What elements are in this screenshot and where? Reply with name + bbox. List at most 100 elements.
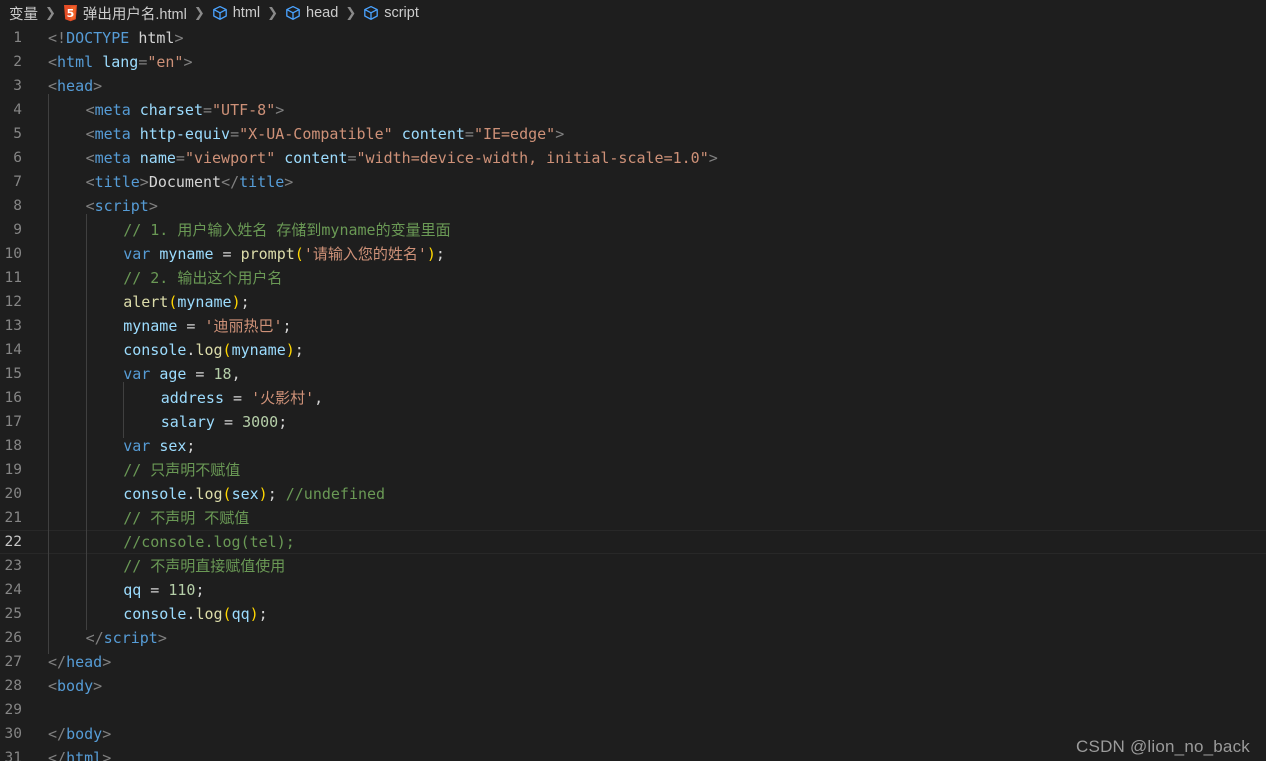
token-str: "en" — [147, 53, 184, 71]
code-line[interactable]: 26 </script> — [0, 622, 1266, 654]
breadcrumb-label: 弹出用户名.html — [82, 6, 187, 23]
token-tag: meta — [94, 101, 131, 119]
token-op: ; — [240, 293, 250, 311]
token-var: myname — [159, 245, 214, 263]
token-tag: meta — [94, 125, 131, 143]
token-op: , — [231, 365, 241, 383]
code-line[interactable]: 4 <meta charset="UTF-8"> — [0, 94, 1266, 126]
code-line[interactable]: 10 var myname = prompt('请输入您的姓名'); — [0, 238, 1266, 270]
token-punct: = — [203, 101, 213, 119]
line-number: 2 — [13, 54, 22, 70]
token-op: ; — [258, 605, 268, 623]
code-line[interactable]: 27 </head> — [0, 650, 1266, 674]
line-code: </script> — [48, 622, 1266, 654]
token-var: address — [160, 389, 224, 407]
cube-icon — [285, 5, 301, 21]
breadcrumb-item-head[interactable]: head — [284, 5, 339, 21]
code-editor[interactable]: 1 <!DOCTYPE html> 2 <html lang="en"> 3 <head>… — [0, 26, 1266, 761]
line-code: var myname = prompt('请输入您的姓名'); — [48, 238, 1266, 270]
token-tag: html — [66, 749, 103, 761]
line-code: qq = 110; — [48, 574, 1266, 606]
code-line[interactable]: 9 // 1. 用户输入姓名 存储到myname的变量里面 — [0, 214, 1266, 246]
code-line[interactable]: 28 <body> — [0, 674, 1266, 698]
code-line[interactable]: 11 // 2. 输出这个用户名 — [0, 262, 1266, 294]
line-number: 9 — [13, 222, 22, 238]
indent-guide — [48, 286, 86, 318]
breadcrumb-separator-icon: ❯ — [45, 5, 56, 20]
code-line[interactable]: 17 salary = 3000; — [0, 406, 1266, 438]
token-op: ; — [186, 437, 196, 455]
breadcrumb-item-script[interactable]: script — [362, 5, 420, 21]
line-number: 7 — [13, 174, 22, 190]
token-str: "IE=edge" — [473, 125, 556, 143]
line-number: 21 — [4, 510, 22, 526]
code-line[interactable]: 12 alert(myname); — [0, 286, 1266, 318]
token-num: 110 — [168, 581, 196, 599]
token-punct: > — [174, 29, 184, 47]
token-punct: > — [93, 77, 103, 95]
token-punct: > — [102, 653, 112, 671]
token-paren: ) — [426, 245, 436, 263]
code-line[interactable]: 18 var sex; — [0, 430, 1266, 462]
code-line[interactable]: 8 <script> — [0, 190, 1266, 222]
token-comment: // 只声明不赋值 — [123, 461, 241, 479]
breadcrumb-item-file[interactable]: 5 弹出用户名.html — [62, 3, 188, 24]
line-code: <html lang="en"> — [48, 50, 1266, 74]
line-code: //console.log(tel); — [48, 526, 1266, 558]
line-number: 11 — [4, 270, 22, 286]
code-line[interactable]: 25 console.log(qq); — [0, 598, 1266, 630]
code-line[interactable]: 21 // 不声明 不赋值 — [0, 502, 1266, 534]
code-line[interactable]: 1 <!DOCTYPE html> — [0, 26, 1266, 50]
line-number: 3 — [13, 78, 22, 94]
token-paren: ) — [258, 485, 268, 503]
line-code: <!DOCTYPE html> — [48, 26, 1266, 50]
code-line[interactable]: 22 //console.log(tel); — [0, 526, 1266, 558]
code-line[interactable]: 6 <meta name="viewport" content="width=d… — [0, 142, 1266, 174]
token-var: salary — [160, 413, 215, 431]
code-line[interactable]: 16 address = '火影村', — [0, 382, 1266, 414]
code-line[interactable]: 14 console.log(myname); — [0, 334, 1266, 366]
code-line[interactable]: 7 <title>Document</title> — [0, 166, 1266, 198]
indent-guide — [48, 526, 86, 558]
indent-guide — [85, 334, 124, 366]
code-line[interactable]: 19 // 只声明不赋值 — [0, 454, 1266, 486]
indent-guide — [48, 550, 86, 582]
code-content[interactable]: 1 <!DOCTYPE html> 2 <html lang="en"> 3 <head>… — [0, 26, 1266, 761]
indent-guide — [48, 118, 86, 150]
indent-guide — [85, 598, 124, 630]
line-code: <title>Document</title> — [48, 166, 1266, 198]
token-punct: = — [464, 125, 474, 143]
breadcrumb-item-variable[interactable]: 变量 — [8, 3, 39, 24]
breadcrumb-label: script — [384, 5, 419, 21]
code-line[interactable]: 15 var age = 18, — [0, 358, 1266, 390]
code-line[interactable]: 13 myname = '迪丽热巴'; — [0, 310, 1266, 342]
code-line[interactable]: 20 console.log(sex); //undefined — [0, 478, 1266, 510]
token-tag: script — [94, 197, 149, 215]
line-number: 13 — [4, 318, 22, 334]
indent-guide — [85, 574, 124, 606]
indent-guide — [48, 166, 86, 198]
token-punct: > — [93, 677, 103, 695]
token-punct: > — [183, 53, 193, 71]
line-code: alert(myname); — [48, 286, 1266, 318]
line-code: console.log(myname); — [48, 334, 1266, 366]
token-op: , — [314, 389, 324, 407]
breadcrumb-item-html[interactable]: html — [211, 5, 261, 21]
code-line[interactable]: 3 <head> — [0, 74, 1266, 98]
code-line[interactable]: 5 <meta http-equiv="X-UA-Compatible" con… — [0, 118, 1266, 150]
token-fn: log — [195, 341, 223, 359]
line-code: var sex; — [48, 430, 1266, 462]
token-paren: ( — [222, 341, 232, 359]
token-punct: <! — [48, 29, 67, 47]
line-code: // 1. 用户输入姓名 存储到myname的变量里面 — [48, 214, 1266, 246]
code-line[interactable]: 23 // 不声明直接赋值使用 — [0, 550, 1266, 582]
line-code: myname = '迪丽热巴'; — [48, 310, 1266, 342]
code-line[interactable]: 24 qq = 110; — [0, 574, 1266, 606]
indent-guide — [85, 238, 124, 270]
indent-guide — [85, 382, 124, 414]
token-punct: > — [555, 125, 565, 143]
code-line[interactable]: 2 <html lang="en"> — [0, 50, 1266, 74]
breadcrumb-label: 变量 — [9, 6, 38, 23]
code-line[interactable]: 29 — [0, 698, 1266, 722]
